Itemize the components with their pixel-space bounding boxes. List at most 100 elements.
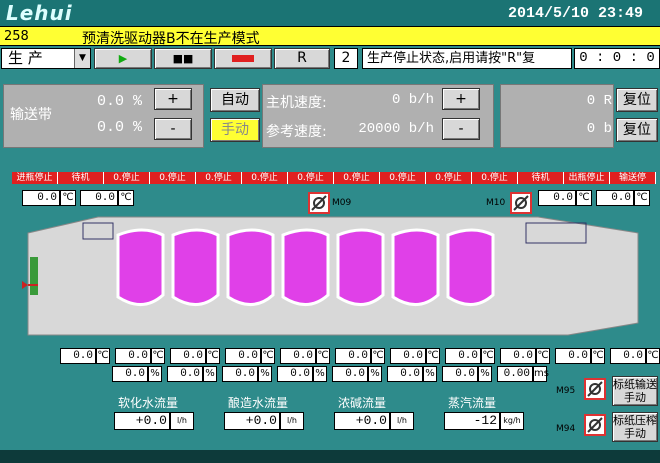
counter-value-2: 0 b — [586, 121, 612, 137]
percent-1: 0.0 — [167, 366, 203, 382]
conveyor-minus-button[interactable]: - — [154, 118, 192, 140]
percent-unit-2: % — [258, 366, 272, 382]
wash-tank-0 — [116, 228, 165, 306]
temp-top-4-unit: ℃ — [634, 190, 650, 206]
flow-value-2: +0.0 — [334, 412, 390, 430]
temp-bottom-unit-2: ℃ — [206, 348, 220, 364]
flow-label-2: 浓碱流量 — [338, 396, 387, 410]
chevron-down-icon[interactable]: ▼ — [74, 49, 90, 68]
wash-tank-2 — [226, 228, 275, 306]
datetime: 2014/5/10 23:49 — [508, 5, 644, 22]
counter-value-1: 0 R — [586, 93, 612, 109]
motor-m94-icon[interactable] — [584, 414, 606, 436]
temp-top-2: 0.0 — [80, 190, 118, 206]
bottom-temps-row: 0.0 ℃ 0.0 ℃ 0.0 ℃ 0.0 ℃ 0.0 ℃ 0.0 ℃ 0.0 ℃ 0.0 ℃ 0.0 ℃ 0.0 ℃… — [60, 348, 660, 364]
label-press-manual-button[interactable]: 标纸压榨手动 — [612, 412, 658, 442]
motor-m95-icon[interactable] — [584, 378, 606, 400]
zone-status-7: 0.停止 — [334, 172, 380, 184]
logo: Lehui — [6, 1, 73, 25]
zone-status-10: 0.停止 — [472, 172, 518, 184]
mode-select[interactable]: 生 产 ▼ — [1, 48, 91, 69]
reset-button[interactable]: R — [274, 48, 330, 69]
temp-bottom-8: 0.0 — [500, 348, 536, 364]
percent-0: 0.0 — [112, 366, 148, 382]
auto-button[interactable]: 自动 — [210, 88, 260, 112]
temp-top-1-unit: ℃ — [60, 190, 76, 206]
wash-tank-4 — [336, 228, 385, 306]
temp-bottom-7: 0.0 — [445, 348, 481, 364]
label-conveyor-manual-button[interactable]: 标纸输送手动 — [612, 376, 658, 406]
temp-bottom-4: 0.0 — [280, 348, 316, 364]
temp-bottom-2: 0.0 — [170, 348, 206, 364]
alarm-text: 预清洗驱动器B不在生产模式 — [82, 31, 260, 47]
percent-unit-6: % — [478, 366, 492, 382]
timer: 0 : 0 : 0 — [574, 48, 660, 69]
stop-button[interactable] — [214, 48, 272, 69]
step-number: 2 — [334, 48, 358, 69]
play-icon: ▶ — [118, 52, 128, 65]
wash-tank-1 — [171, 228, 220, 306]
flow-label-3: 蒸汽流量 — [448, 396, 497, 410]
percent-unit-5: % — [423, 366, 437, 382]
percent-4: 0.0 — [332, 366, 368, 382]
percent-5: 0.0 — [387, 366, 423, 382]
flow-value-3: -12 — [444, 412, 500, 430]
temp-top-4: 0.0 — [596, 190, 634, 206]
zone-status-12: 出瓶停止 — [564, 172, 610, 184]
temp-bottom-unit-9: ℃ — [591, 348, 605, 364]
bottom-percent-row: 0.0% 0.0% 0.0% 0.0% 0.0% 0.0% 0.0% 0.00 ms — [112, 366, 562, 382]
percent-unit-7: ms — [533, 366, 549, 382]
temp-bottom-unit-1: ℃ — [151, 348, 165, 364]
main-speed-value: 0 b/h — [391, 92, 434, 108]
ref-speed-label: 参考速度: — [266, 124, 327, 140]
temp-bottom-9: 0.0 — [555, 348, 591, 364]
ref-speed-value[interactable]: 20000 b/h — [330, 121, 434, 137]
temp-bottom-unit-10: ℃ — [646, 348, 660, 364]
motor-m95-label: M95 — [556, 386, 576, 396]
zone-status-11: 待机 — [518, 172, 564, 184]
washer-machine-diagram — [22, 216, 639, 336]
flow-unit-0: l/h — [170, 412, 194, 430]
temp-bottom-3: 0.0 — [225, 348, 261, 364]
flow-unit-2: l/h — [390, 412, 414, 430]
pause-button[interactable]: ■■ — [154, 48, 212, 69]
temp-top-3-unit: ℃ — [576, 190, 592, 206]
zone-status-4: 0.停止 — [196, 172, 242, 184]
bottom-nav-bar[interactable] — [0, 450, 660, 463]
wash-tank-3 — [281, 228, 330, 306]
zone-status-2: 0.停止 — [104, 172, 150, 184]
percent-7: 0.00 — [497, 366, 533, 382]
percent-unit-1: % — [203, 366, 217, 382]
wash-tank-5 — [391, 228, 440, 306]
start-button[interactable]: ▶ — [94, 48, 152, 69]
temp-bottom-unit-5: ℃ — [371, 348, 385, 364]
zone-status-6: 0.停止 — [288, 172, 334, 184]
percent-6: 0.0 — [442, 366, 478, 382]
percent-unit-4: % — [368, 366, 382, 382]
flow-label-1: 酿造水流量 — [228, 396, 289, 410]
zone-status-1: 待机 — [58, 172, 104, 184]
flow-value-0: +0.0 — [114, 412, 170, 430]
zone-status-9: 0.停止 — [426, 172, 472, 184]
manual-button[interactable]: 手动 — [210, 118, 260, 142]
zone-status-5: 0.停止 — [242, 172, 288, 184]
temp-bottom-unit-0: ℃ — [96, 348, 110, 364]
temp-bottom-6: 0.0 — [390, 348, 426, 364]
flow-value-1: +0.0 — [224, 412, 280, 430]
reset-counter-button-1[interactable]: 复位 — [616, 88, 658, 112]
temp-top-1: 0.0 — [22, 190, 60, 206]
temp-bottom-10: 0.0 — [610, 348, 646, 364]
conveyor-plus-button[interactable]: + — [154, 88, 192, 110]
reset-counter-button-2[interactable]: 复位 — [616, 118, 658, 142]
speed-plus-button[interactable]: + — [442, 88, 480, 110]
wash-tank-6 — [446, 228, 495, 306]
temp-bottom-0: 0.0 — [60, 348, 96, 364]
percent-unit-3: % — [313, 366, 327, 382]
alarm-bar[interactable]: 258 预清洗驱动器B不在生产模式 — [0, 26, 660, 47]
main-speed-label: 主机速度: — [266, 95, 327, 111]
temp-bottom-unit-3: ℃ — [261, 348, 275, 364]
speed-minus-button[interactable]: - — [442, 118, 480, 140]
zone-status-3: 0.停止 — [150, 172, 196, 184]
temp-top-2-unit: ℃ — [118, 190, 134, 206]
motor-m94-label: M94 — [556, 424, 576, 434]
